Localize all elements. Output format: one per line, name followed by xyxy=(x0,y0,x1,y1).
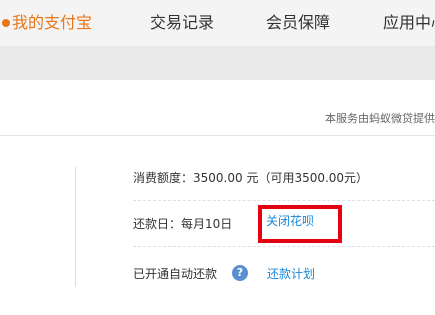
credit-line-row: 消费额度：3500.00 元（可用3500.00元） xyxy=(133,155,435,201)
repay-day-text: 还款日：每月10日 xyxy=(133,217,233,231)
tab-label: 应用中心 xyxy=(383,13,435,32)
tab-app-center[interactable]: 应用中心 xyxy=(383,0,435,46)
tab-member-protection[interactable]: 会员保障 xyxy=(266,0,330,46)
auto-repay-text: 已开通自动还款 xyxy=(133,267,218,281)
tab-label: 会员保障 xyxy=(266,13,331,32)
tab-transactions[interactable]: 交易记录 xyxy=(150,0,214,46)
auto-repay-row: 已开通自动还款 ? 还款计划 xyxy=(133,251,435,297)
divider xyxy=(75,167,76,287)
repay-plan-link[interactable]: 还款计划 xyxy=(267,265,315,282)
service-provider-text: 本服务由蚂蚁微贷提供 xyxy=(325,112,435,125)
credit-line-text: 消费额度：3500.00 元（可用3500.00元） xyxy=(133,171,369,185)
tab-my-alipay[interactable]: 我的支付宝 xyxy=(2,0,93,46)
highlight-box xyxy=(258,205,342,243)
tab-label: 我的支付宝 xyxy=(12,13,93,32)
active-dot-icon xyxy=(2,19,10,27)
tab-label: 交易记录 xyxy=(150,13,215,32)
top-nav: 我的支付宝 交易记录 会员保障 应用中心 xyxy=(0,0,435,46)
help-circle-icon[interactable]: ? xyxy=(232,265,248,281)
service-notice: 本服务由蚂蚁微贷提供 xyxy=(0,80,435,136)
sub-nav-bar xyxy=(0,46,435,80)
